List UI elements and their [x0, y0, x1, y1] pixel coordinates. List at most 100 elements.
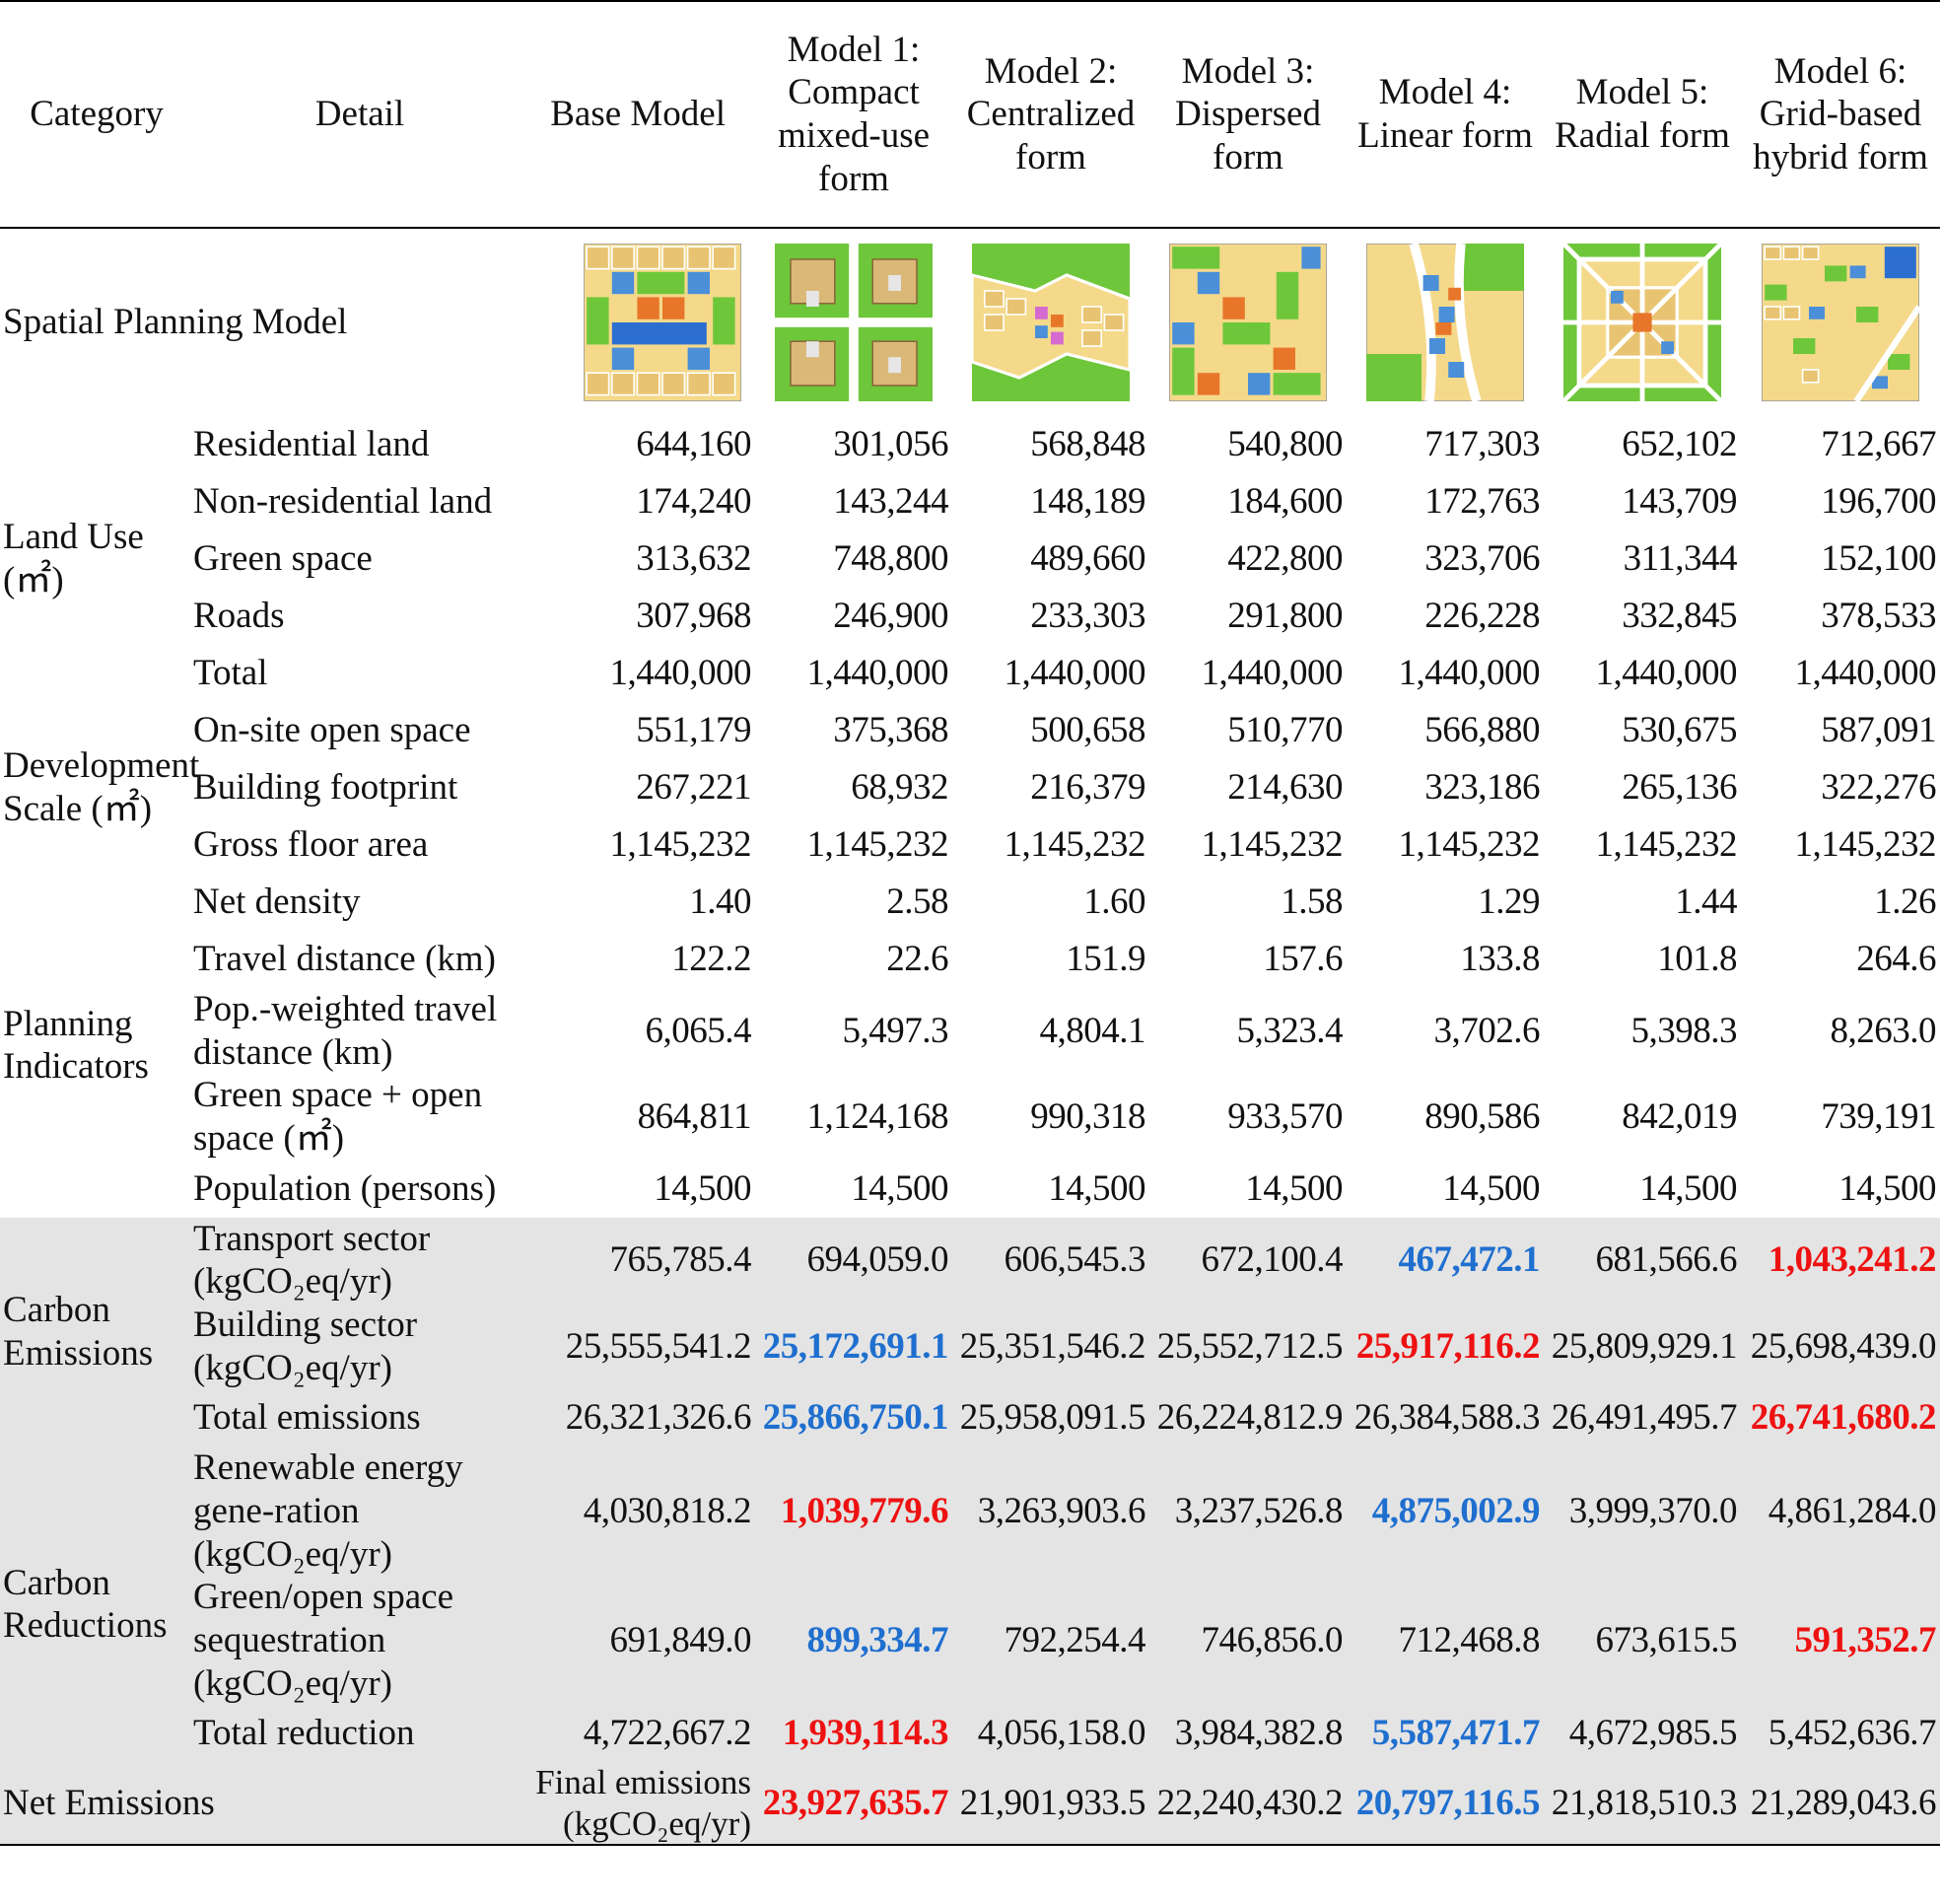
value-cell: 14,500	[1639, 1167, 1737, 1209]
value-cell: 323,186	[1424, 767, 1540, 809]
value-cell: 311,344	[1623, 538, 1738, 580]
value-cell: 673,615.5	[1544, 1576, 1741, 1706]
value-cell: 26,321,326.6	[526, 1389, 755, 1447]
row-detail: Total	[193, 653, 268, 694]
value-cell: 568,848	[1030, 424, 1145, 465]
value-cell: 133.8	[1460, 939, 1540, 980]
value-cell: 322,276	[1821, 767, 1936, 809]
value-cell: 101.8	[1657, 939, 1737, 980]
row-detail: Green space + open space (㎡)	[193, 1075, 483, 1159]
value-cell: 14,500	[654, 1167, 751, 1209]
value-cell: 14,500	[1838, 1167, 1936, 1209]
value-cell: 1,145,232	[806, 824, 949, 866]
header-base-model: Base Model	[526, 0, 755, 229]
value-cell: 5,452,636.7	[1741, 1705, 1940, 1763]
value-cell: 214,630	[1227, 767, 1343, 809]
row-detail: Population (persons)	[193, 1167, 497, 1209]
thumb-cell	[1149, 228, 1347, 416]
base-model-plan-image	[584, 244, 741, 401]
value-cell: 1.60	[1083, 881, 1145, 923]
value-cell: 694,059.0	[755, 1217, 952, 1304]
table-row: Travel distance (km) 122.2 22.6 151.9 157.6 1…	[0, 931, 1940, 988]
value-cell: 2.58	[886, 881, 948, 923]
table-row: Total reduction 4,722,667.2 1,939,114.3 4,0…	[0, 1705, 1940, 1763]
value-cell: 26,224,812.9	[1149, 1389, 1347, 1447]
value-cell: 712,468.8	[1347, 1576, 1544, 1706]
value-cell: 264.6	[1856, 939, 1936, 980]
value-cell: 6,065.4	[645, 1010, 752, 1051]
value-cell: 1,145,232	[1004, 824, 1146, 866]
value-cell: 246,900	[833, 596, 948, 637]
value-cell: 652,102	[1622, 424, 1737, 465]
value-cell: 1,440,000	[609, 653, 752, 694]
net-value-cell: 21,289,043.6	[1741, 1762, 1940, 1847]
value-cell: 307,968	[636, 596, 751, 637]
linear-plan-image	[1366, 244, 1524, 401]
value-cell: 1.44	[1675, 881, 1737, 923]
row-detail: On-site open space	[193, 710, 471, 751]
value-cell: 301,056	[833, 424, 948, 465]
category-development-scale: Development Scale (㎡)	[3, 745, 200, 829]
row-detail: Travel distance (km)	[193, 939, 496, 980]
value-cell: 3,702.6	[1433, 1010, 1541, 1051]
value-cell: 68,932	[851, 767, 948, 809]
net-value-cell: 22,240,430.2	[1149, 1762, 1347, 1847]
value-cell: 1,440,000	[1398, 653, 1541, 694]
header-row: Category Detail Base Model Model 1: Comp…	[0, 0, 1940, 229]
value-cell: 233,303	[1030, 596, 1145, 637]
value-cell: 717,303	[1424, 424, 1540, 465]
value-cell: 681,566.6	[1544, 1217, 1741, 1304]
header-model-2: Model 2: Centralized form	[952, 0, 1149, 229]
value-cell: 8,263.0	[1830, 1010, 1937, 1051]
table-row: Total 1,440,000 1,440,000 1,440,000 1,440,00…	[0, 645, 1940, 702]
value-cell: 1,145,232	[1794, 824, 1937, 866]
value-cell: 5,587,471.7	[1347, 1705, 1544, 1763]
value-cell: 4,804.1	[1039, 1010, 1146, 1051]
table-row: Development Scale (㎡) On-site open space 5…	[0, 702, 1940, 829]
thumb-cell	[755, 228, 952, 416]
value-cell: 196,700	[1821, 481, 1936, 523]
comparison-table: Category Detail Base Model Model 1: Comp…	[0, 0, 1940, 1847]
value-cell: 739,191	[1821, 1096, 1936, 1138]
value-cell: 14,500	[1245, 1167, 1343, 1209]
value-cell: 14,500	[1442, 1167, 1540, 1209]
header-model-1: Model 1: Compact mixed-use form	[755, 0, 952, 229]
value-cell: 5,497.3	[842, 1010, 949, 1051]
value-cell: 122.2	[671, 939, 751, 980]
value-cell: 1,145,232	[1201, 824, 1344, 866]
value-cell: 1,145,232	[1398, 824, 1541, 866]
value-cell: 5,398.3	[1630, 1010, 1738, 1051]
table-row: Gross floor area 1,145,232 1,145,232 1,145,…	[0, 816, 1940, 874]
value-cell: 566,880	[1424, 710, 1540, 751]
value-cell: 422,800	[1227, 538, 1343, 580]
radial-plan-image	[1563, 244, 1721, 401]
net-value-cell: 21,818,510.3	[1544, 1762, 1741, 1847]
value-cell: 672,100.4	[1149, 1217, 1347, 1304]
header-model-5: Model 5: Radial form	[1544, 0, 1741, 229]
table-row: Population (persons) 14,500 14,500 14,500 14…	[0, 1161, 1940, 1218]
row-detail: Renewable energy gene-ration (kgCO₂eq/yr…	[193, 1446, 526, 1577]
header-model-6: Model 6: Grid-based hybrid form	[1741, 0, 1940, 229]
value-cell: 25,958,091.5	[952, 1389, 1149, 1447]
value-cell: 933,570	[1227, 1096, 1343, 1138]
value-cell: 1.26	[1874, 881, 1936, 923]
value-cell: 587,091	[1821, 710, 1936, 751]
value-cell: 606,545.3	[952, 1217, 1149, 1304]
row-detail: Building sector (kgCO₂eq/yr)	[193, 1303, 526, 1390]
value-cell: 378,533	[1821, 596, 1936, 637]
centralized-plan-image	[972, 244, 1130, 401]
value-cell: 3,984,382.8	[1149, 1705, 1347, 1763]
value-cell: 540,800	[1227, 424, 1343, 465]
value-cell: 1,440,000	[806, 653, 949, 694]
value-cell: 1,440,000	[1595, 653, 1738, 694]
row-detail: Roads	[193, 596, 285, 637]
value-cell: 313,632	[636, 538, 751, 580]
value-cell: 4,672,985.5	[1544, 1705, 1741, 1763]
value-cell: 375,368	[833, 710, 948, 751]
value-cell: 151.9	[1066, 939, 1145, 980]
compact-mixed-use-plan-image	[775, 244, 933, 401]
results-table-container: Category Detail Base Model Model 1: Comp…	[0, 0, 1942, 1847]
value-cell: 1,440,000	[1794, 653, 1937, 694]
row-detail: Residential land	[193, 424, 430, 465]
table-row: Green/open space sequestration (kgCO₂eq/…	[0, 1576, 1940, 1706]
